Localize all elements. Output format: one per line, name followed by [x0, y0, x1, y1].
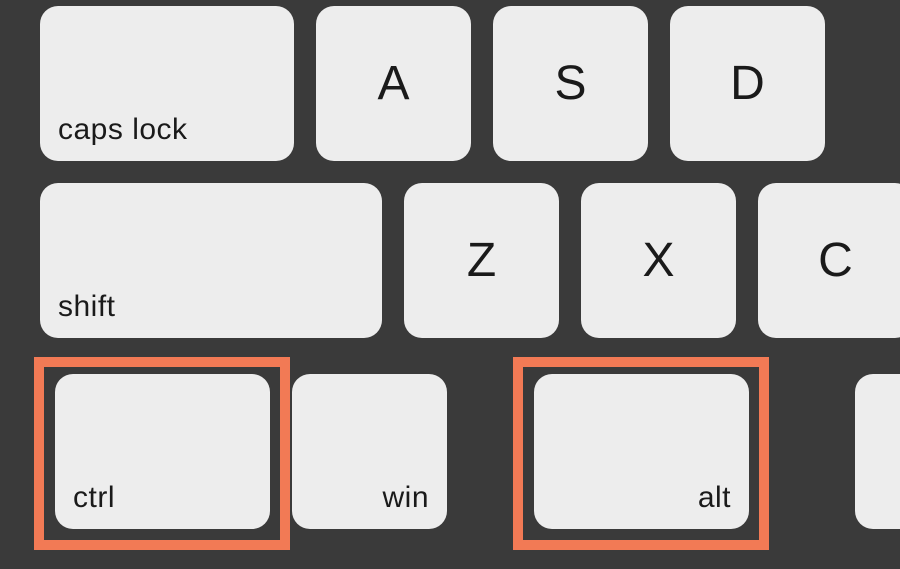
key-alt-label: alt [680, 467, 749, 529]
key-a[interactable]: A [316, 6, 471, 161]
key-z-label: Z [467, 233, 496, 288]
key-space-label [855, 501, 891, 529]
key-x[interactable]: X [581, 183, 736, 338]
key-z[interactable]: Z [404, 183, 559, 338]
key-c-label: C [818, 233, 853, 288]
key-d[interactable]: D [670, 6, 825, 161]
key-ctrl[interactable]: ctrl [55, 374, 270, 529]
key-capslock-label: caps lock [40, 99, 206, 161]
key-win-label: win [364, 467, 447, 529]
key-shift[interactable]: shift [40, 183, 382, 338]
key-a-label: A [377, 56, 409, 111]
key-shift-label: shift [40, 276, 134, 338]
key-d-label: D [730, 56, 765, 111]
key-ctrl-label: ctrl [55, 467, 133, 529]
key-x-label: X [642, 233, 674, 288]
key-capslock[interactable]: caps lock [40, 6, 294, 161]
key-alt[interactable]: alt [534, 374, 749, 529]
key-c[interactable]: C [758, 183, 900, 338]
key-win[interactable]: win [292, 374, 447, 529]
key-s[interactable]: S [493, 6, 648, 161]
key-space[interactable] [855, 374, 900, 529]
key-s-label: S [554, 56, 586, 111]
